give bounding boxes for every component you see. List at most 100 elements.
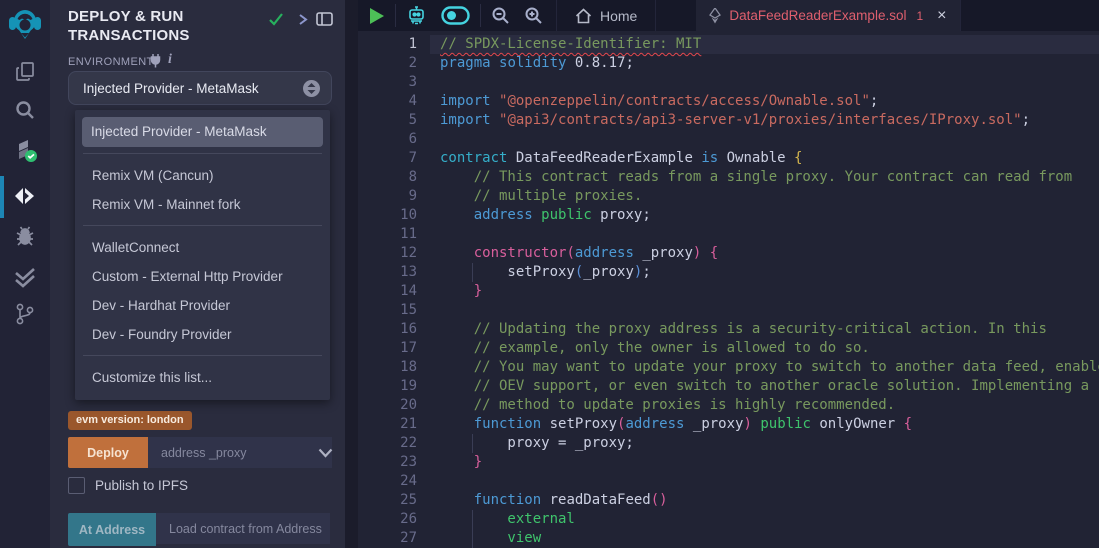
remix-logo[interactable] — [0, 6, 50, 42]
line-number: 14 — [358, 282, 417, 301]
sidebar-item-debugger[interactable] — [0, 224, 50, 248]
code-line[interactable]: } — [440, 282, 1099, 301]
sidebar-item-git[interactable] — [0, 301, 50, 327]
code-editor[interactable]: 1234567891011121314151617181920212223242… — [358, 31, 1099, 548]
code-line[interactable]: // This contract reads from a single pro… — [440, 168, 1099, 187]
at-address-input[interactable] — [156, 513, 330, 544]
line-number: 18 — [358, 358, 417, 377]
expand-deploy-args-button[interactable] — [318, 445, 333, 463]
sidebar-item-search[interactable] — [0, 98, 50, 122]
dropdown-item[interactable]: Dev - Hardhat Provider — [75, 291, 330, 320]
code-content[interactable]: // SPDX-License-Identifier: MITpragma so… — [440, 35, 1099, 548]
code-line[interactable] — [440, 225, 1099, 244]
columns-icon — [316, 12, 333, 26]
code-line[interactable]: // method to update proxies is highly re… — [440, 396, 1099, 415]
deploy-args-input[interactable] — [148, 437, 332, 468]
code-line[interactable] — [440, 472, 1099, 491]
dropdown-item[interactable]: Remix VM - Mainnet fork — [75, 190, 330, 219]
code-line[interactable] — [440, 73, 1099, 92]
sidebar-item-file-explorer[interactable] — [0, 60, 50, 84]
code-line[interactable]: contract DataFeedReaderExample is Ownabl… — [440, 149, 1099, 168]
publish-to-ipfs-row[interactable]: Publish to IPFS — [68, 477, 188, 494]
code-token: import — [440, 112, 491, 128]
deploy-and-run-icon — [12, 184, 38, 208]
file-explorer-icon — [13, 60, 37, 84]
code-line[interactable]: // example, only the owner is allowed to… — [440, 339, 1099, 358]
dropdown-item[interactable]: Dev - Foundry Provider — [75, 320, 330, 349]
at-address-row: At Address — [68, 513, 330, 546]
code-line[interactable]: // multiple proxies. — [440, 187, 1099, 206]
code-token — [701, 245, 709, 261]
code-line[interactable]: pragma solidity 0.8.17; — [440, 54, 1099, 73]
git-icon — [13, 301, 37, 327]
page-title: DEPLOY & RUN TRANSACTIONS — [68, 7, 273, 45]
code-token: function — [474, 492, 541, 508]
line-number: 19 — [358, 377, 417, 396]
info-icon[interactable]: i — [168, 52, 172, 68]
tab-home[interactable]: Home — [556, 0, 656, 31]
run-script-button[interactable] — [358, 0, 392, 31]
code-token: { — [904, 416, 912, 432]
code-line[interactable]: import "@api3/contracts/api3-server-v1/p… — [440, 111, 1099, 130]
publish-to-ipfs-checkbox[interactable] — [68, 477, 85, 494]
collapse-panel-button[interactable] — [297, 13, 309, 31]
code-token — [533, 207, 541, 223]
line-number: 16 — [358, 320, 417, 339]
code-token: is — [701, 150, 718, 166]
code-line[interactable]: proxy = _proxy; — [440, 434, 1099, 453]
deploy-button[interactable]: Deploy — [68, 437, 148, 468]
ai-assistant-button[interactable] — [399, 0, 434, 31]
line-number-gutter: 1234567891011121314151617181920212223242… — [358, 35, 417, 548]
code-line[interactable]: address public proxy; — [440, 206, 1099, 225]
code-token: public — [760, 416, 811, 432]
dropdown-item[interactable]: Injected Provider - MetaMask — [82, 117, 323, 147]
dropdown-item[interactable]: WalletConnect — [75, 233, 330, 262]
code-token: setProxy — [541, 416, 617, 432]
code-token: _proxy — [634, 245, 693, 261]
code-token — [440, 245, 474, 261]
line-number: 10 — [358, 206, 417, 225]
dropdown-item[interactable]: Remix VM (Cancun) — [75, 161, 330, 190]
sidebar-item-deploy-and-run[interactable] — [0, 184, 50, 208]
at-address-button[interactable]: At Address — [68, 513, 156, 546]
code-line[interactable]: external — [440, 510, 1099, 529]
sidebar-item-unit-testing[interactable] — [0, 265, 50, 289]
code-token: onlyOwner — [811, 416, 904, 432]
debugger-icon — [13, 224, 37, 248]
code-token: pragma — [440, 55, 491, 71]
tab-datafeedreaderexample[interactable]: DataFeedReaderExample.sol 1 × — [696, 0, 960, 31]
dropdown-item[interactable]: Customize this list... — [75, 363, 330, 392]
code-line[interactable] — [440, 130, 1099, 149]
plug-icon[interactable] — [149, 53, 162, 73]
code-line[interactable] — [440, 301, 1099, 320]
code-line[interactable]: view — [440, 529, 1099, 548]
code-line[interactable]: constructor(address _proxy) { — [440, 244, 1099, 263]
code-line[interactable]: setProxy(_proxy); — [440, 263, 1099, 282]
code-token — [491, 112, 499, 128]
home-icon — [575, 8, 592, 24]
dropdown-item[interactable]: Custom - External Http Provider — [75, 262, 330, 291]
close-icon[interactable]: × — [937, 8, 946, 24]
zoom-in-button[interactable] — [517, 0, 550, 31]
code-line[interactable]: // OEV support, or even switch to anothe… — [440, 377, 1099, 396]
line-number: 1 — [358, 35, 417, 54]
code-line[interactable]: function readDataFeed() — [440, 491, 1099, 510]
editor-tab-bar: Home DataFeedReaderExample.sol 1 × — [358, 0, 1099, 31]
code-line[interactable]: } — [440, 453, 1099, 472]
line-number: 8 — [358, 168, 417, 187]
code-line[interactable]: // You may want to update your proxy to … — [440, 358, 1099, 377]
sidebar-item-solidity-compiler[interactable] — [0, 138, 50, 164]
code-line[interactable]: import "@openzeppelin/contracts/access/O… — [440, 92, 1099, 111]
pin-panel-button[interactable] — [316, 12, 333, 31]
code-line[interactable]: // SPDX-License-Identifier: MIT — [440, 35, 1099, 54]
code-line[interactable]: function setProxy(address _proxy) public… — [440, 415, 1099, 434]
code-token: address — [625, 416, 684, 432]
environment-select[interactable]: Injected Provider - MetaMask — [68, 71, 332, 105]
code-token: public — [541, 207, 592, 223]
code-token: } — [440, 283, 482, 299]
zoom-out-button[interactable] — [484, 0, 517, 31]
ai-toggle[interactable] — [434, 0, 477, 31]
ai-toggle-icon — [441, 6, 470, 25]
line-number: 6 — [358, 130, 417, 149]
code-line[interactable]: // Updating the proxy address is a secur… — [440, 320, 1099, 339]
